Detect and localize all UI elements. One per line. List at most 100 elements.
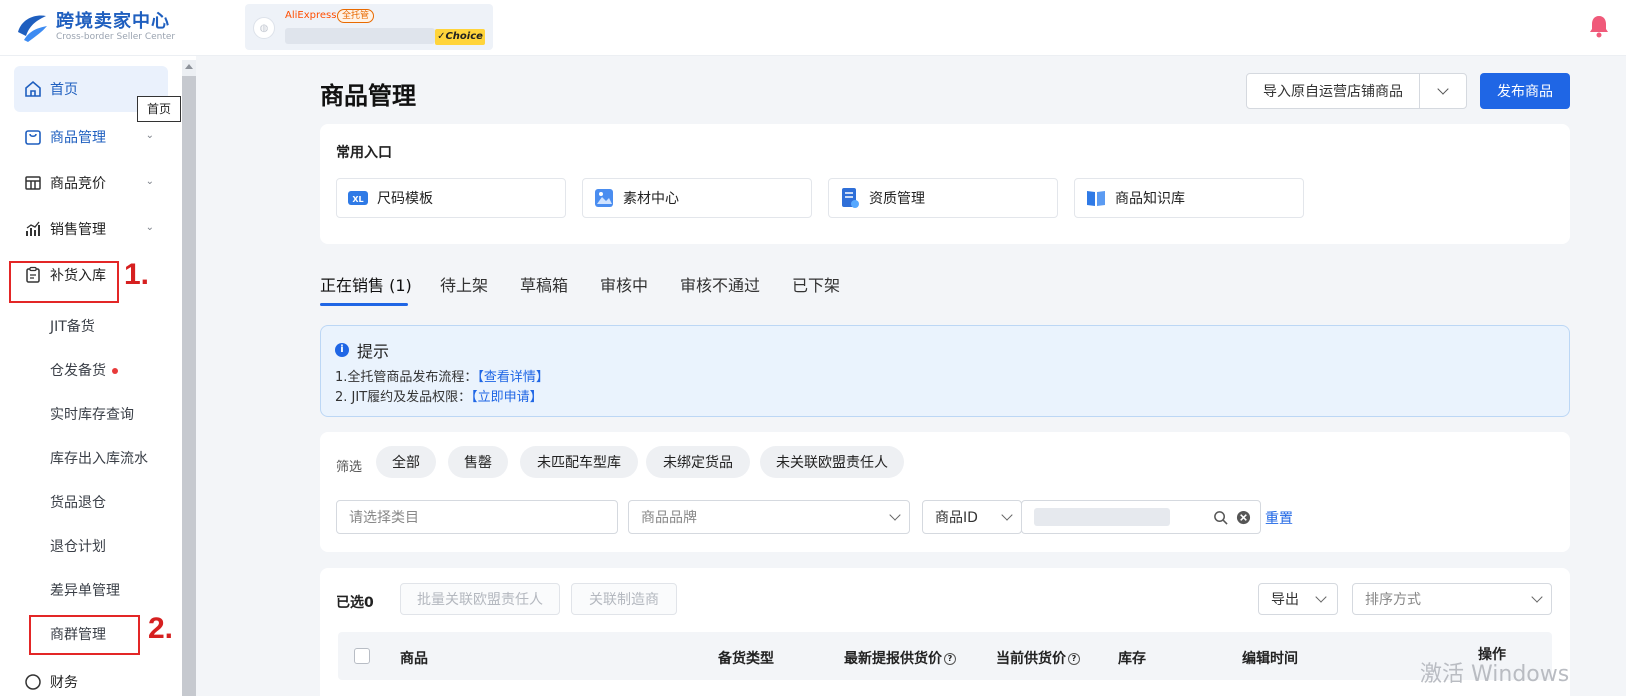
tab-on-sale[interactable]: 正在销售 (1) <box>320 272 412 296</box>
tab-under-review[interactable]: 审核中 <box>600 272 648 296</box>
category-placeholder: 请选择类目 <box>349 510 419 526</box>
table-header: 商品 备货类型 最新提报供货价? 当前供货价? 库存 编辑时间 操作 <box>338 632 1552 680</box>
notice-title: i 提示 <box>335 338 389 362</box>
batch-link-eu-rep-button[interactable]: 批量关联欧盟责任人 <box>400 583 560 615</box>
tab-delisted[interactable]: 已下架 <box>792 272 840 296</box>
notice-title-text: 提示 <box>357 342 390 361</box>
windows-activation-watermark: 激活 Windows <box>1420 662 1570 687</box>
svg-text:XL: XL <box>352 195 363 204</box>
sidebar-item-bidding[interactable]: 商品竞价 ⌄ <box>14 160 168 206</box>
bidding-icon <box>25 176 41 190</box>
sidebar-scrollbar[interactable] <box>182 60 196 696</box>
brand-select[interactable]: 商品品牌 <box>628 500 910 534</box>
column-header-product: 商品 <box>400 651 428 667</box>
id-type-value: 商品ID <box>935 510 978 526</box>
sidebar-item-label: 首页 <box>50 82 78 98</box>
sidebar-subitem-inventory-query[interactable]: 实时库存查询 <box>50 404 134 424</box>
import-products-button[interactable]: 导入原自运营店铺商品 <box>1246 73 1420 109</box>
filter-label: 筛选 <box>336 460 363 475</box>
sidebar-subitem-inventory-flow[interactable]: 库存出入库流水 <box>50 448 148 468</box>
chevron-down-icon: ⌄ <box>145 176 154 187</box>
product-list-card: 已选0 批量关联欧盟责任人 关联制造商 导出 排序方式 商品 备货类型 最新提报… <box>320 568 1570 696</box>
store-avatar-icon: ◍ <box>253 17 275 39</box>
filter-card: 筛选 全部 售罄 未匹配车型库 未绑定货品 未关联欧盟责任人 请选择类目 商品品… <box>320 432 1570 552</box>
notification-bell-icon[interactable] <box>1588 14 1610 38</box>
tab-review-failed[interactable]: 审核不通过 <box>680 272 760 296</box>
chevron-down-icon: ⌄ <box>145 130 154 141</box>
product-id-search-input[interactable] <box>1021 500 1261 534</box>
clear-icon[interactable] <box>1236 510 1251 525</box>
seller-center-logo[interactable]: 跨境卖家中心 Cross-border Seller Center <box>14 10 175 44</box>
sidebar-subitem-return-plan[interactable]: 退仓计划 <box>50 536 106 556</box>
chevron-down-icon <box>1531 591 1543 603</box>
column-label: 最新提报供货价 <box>844 651 942 667</box>
sidebar-subitem-goods-return[interactable]: 货品退仓 <box>50 492 106 512</box>
filter-chip-no-goods-bound[interactable]: 未绑定货品 <box>646 446 750 478</box>
help-icon[interactable]: ? <box>1068 653 1080 665</box>
import-dropdown-button[interactable] <box>1419 73 1467 109</box>
store-switcher[interactable]: ◍ AliExpress 全托管 ✓Choice <box>245 4 493 50</box>
quick-entry-knowledge-base[interactable]: 商品知识库 <box>1074 178 1304 218</box>
tab-drafts[interactable]: 草稿箱 <box>520 272 568 296</box>
sidebar: 首页 商品管理 ⌄ 商品竞价 ⌄ 销售管理 ⌄ 补货入库 JIT备货 仓发备货 … <box>0 56 196 696</box>
help-icon[interactable]: ? <box>944 653 956 665</box>
apply-now-link[interactable]: 【立即申请】 <box>471 390 543 405</box>
sidebar-subitem-jit[interactable]: JIT备货 <box>50 316 95 336</box>
reset-link[interactable]: 重置 <box>1265 508 1293 528</box>
notice-text: 1.全托管商品发布流程： <box>335 370 478 385</box>
page-title: 商品管理 <box>320 82 416 110</box>
sort-placeholder: 排序方式 <box>1365 592 1421 608</box>
scrollbar-thumb[interactable] <box>182 76 196 696</box>
view-details-link[interactable]: 【查看详情】 <box>477 370 549 385</box>
sidebar-item-label: 销售管理 <box>50 222 106 238</box>
common-entry-title: 常用入口 <box>336 145 392 161</box>
choice-badge: ✓Choice <box>435 29 485 45</box>
filter-chip-no-eu-rep[interactable]: 未关联欧盟责任人 <box>760 446 904 478</box>
size-template-icon: XL <box>348 191 368 205</box>
top-header: 跨境卖家中心 Cross-border Seller Center ◍ AliE… <box>0 0 1626 56</box>
sidebar-item-sales[interactable]: 销售管理 ⌄ <box>14 206 168 252</box>
export-button[interactable]: 导出 <box>1258 583 1338 615</box>
notice-line-1: 1.全托管商品发布流程：【查看详情】 <box>335 366 549 385</box>
column-header-latest-price: 最新提报供货价? <box>844 648 956 668</box>
sidebar-subitem-warehouse-stock[interactable]: 仓发备货 <box>50 360 118 380</box>
chevron-down-icon <box>889 509 901 521</box>
home-tooltip: 首页 <box>137 96 181 122</box>
quick-entry-material-center[interactable]: 素材中心 <box>582 178 812 218</box>
active-tab-indicator <box>320 303 408 306</box>
link-manufacturer-button[interactable]: 关联制造商 <box>571 583 677 615</box>
tab-pending-listing[interactable]: 待上架 <box>440 272 488 296</box>
select-all-checkbox[interactable] <box>354 648 370 664</box>
sidebar-item-label: 商品管理 <box>50 130 106 146</box>
logo-title: 跨境卖家中心 <box>56 10 170 32</box>
filter-chip-sold-out[interactable]: 售罄 <box>448 446 508 478</box>
store-tag-badge: 全托管 <box>337 9 375 23</box>
search-icon[interactable] <box>1213 510 1228 525</box>
sidebar-item-label: 商品竞价 <box>50 176 106 192</box>
filter-chip-no-vehicle-match[interactable]: 未匹配车型库 <box>520 446 638 478</box>
column-header-current-price: 当前供货价? <box>996 648 1080 668</box>
logo-mark-icon <box>18 15 47 42</box>
home-icon <box>25 80 41 97</box>
common-entry-card: 常用入口 XL 尺码模板 素材中心 资质管理 商品知识库 <box>320 124 1570 244</box>
column-header-inventory: 库存 <box>1118 651 1146 667</box>
sort-select[interactable]: 排序方式 <box>1352 583 1552 615</box>
quick-entry-size-template[interactable]: XL 尺码模板 <box>336 178 566 218</box>
sidebar-item-finance[interactable]: 财务 <box>14 668 168 696</box>
finance-icon <box>25 674 41 690</box>
column-header-stock-type: 备货类型 <box>718 651 774 667</box>
filter-chip-all[interactable]: 全部 <box>376 446 436 478</box>
chevron-down-icon <box>1437 83 1449 95</box>
store-name-blurred <box>285 28 435 44</box>
publish-product-button[interactable]: 发布商品 <box>1480 73 1570 109</box>
logo-subtitle: Cross-border Seller Center <box>56 31 176 42</box>
sales-chart-icon <box>26 221 40 236</box>
quick-entry-certificate[interactable]: 资质管理 <box>828 178 1058 218</box>
material-icon <box>595 189 613 207</box>
sidebar-subitem-discrepancy[interactable]: 差异单管理 <box>50 580 120 600</box>
scroll-up-arrow-icon[interactable] <box>185 64 193 69</box>
chevron-down-icon: ⌄ <box>145 222 154 233</box>
id-type-select[interactable]: 商品ID <box>922 500 1022 534</box>
category-select[interactable]: 请选择类目 <box>336 500 618 534</box>
quick-entry-label: 资质管理 <box>869 191 925 207</box>
